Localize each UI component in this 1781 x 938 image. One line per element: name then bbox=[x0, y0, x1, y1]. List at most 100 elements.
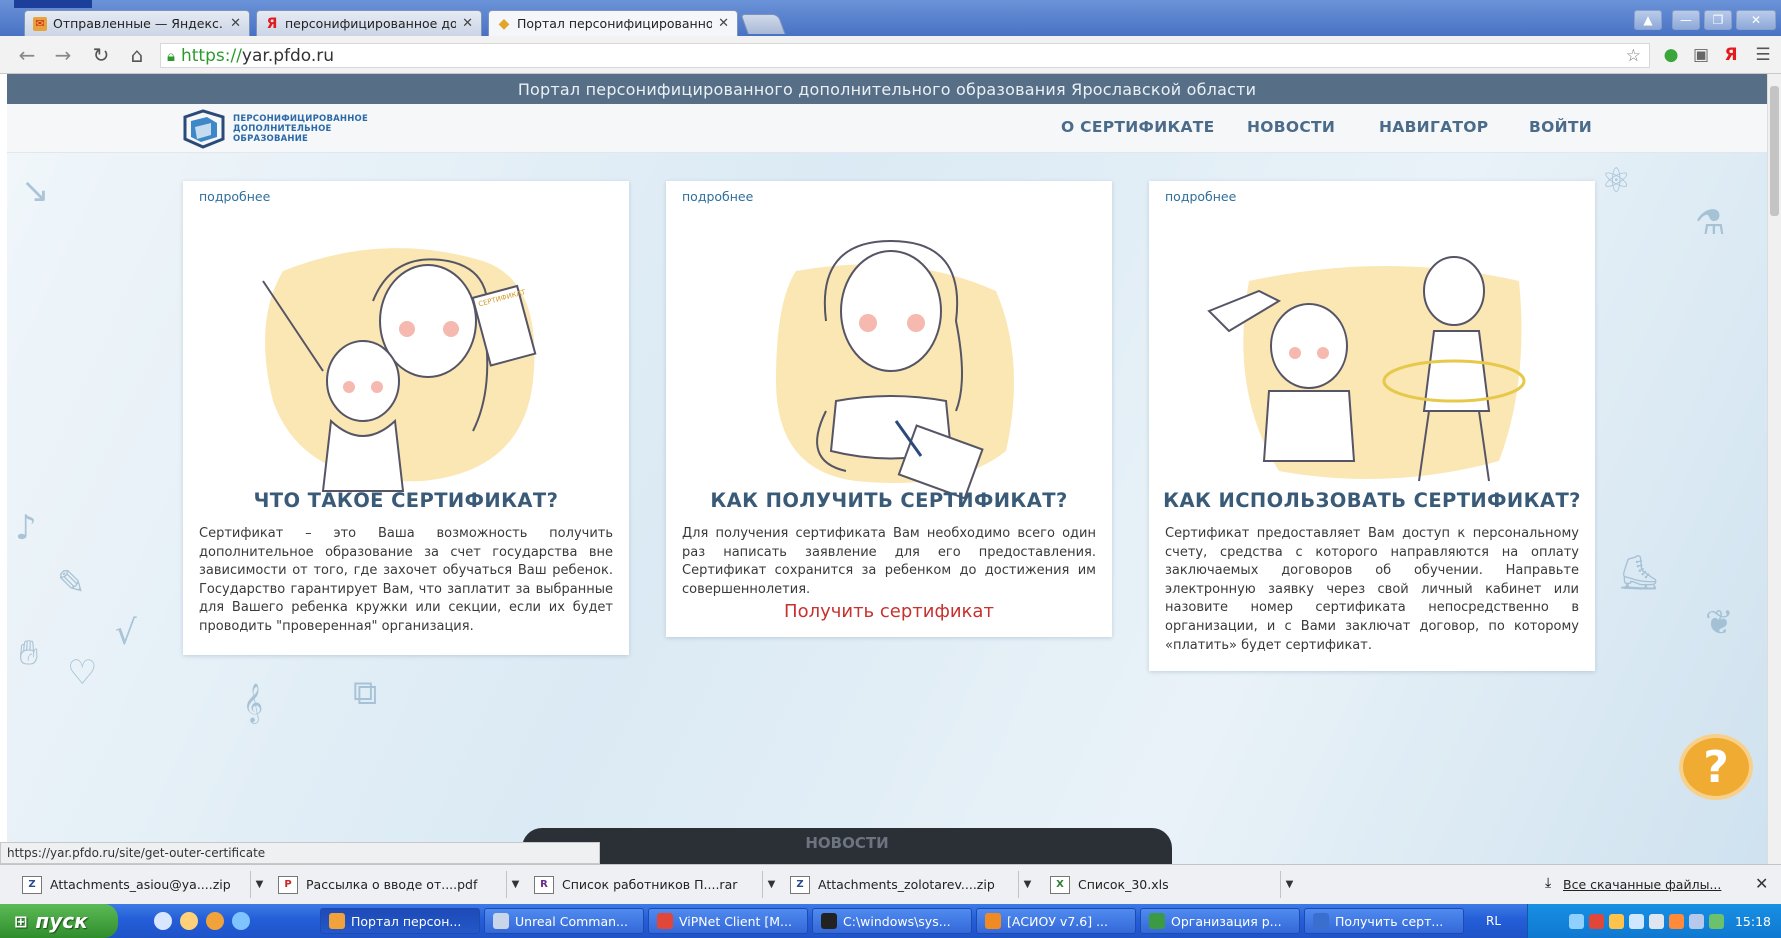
tab-portal[interactable]: ◆ Портал персонифицированного ✕ bbox=[488, 10, 738, 36]
puzzle-doodle-icon: ⧉ bbox=[353, 673, 378, 713]
extension-bag-icon[interactable]: ▣ bbox=[1690, 44, 1712, 66]
download-item[interactable]: X Список_30.xls ▼ bbox=[1050, 871, 1293, 898]
download-menu-arrow-icon[interactable]: ▼ bbox=[1280, 871, 1298, 898]
quicklaunch-browser-icon[interactable] bbox=[154, 912, 172, 930]
tray-app-icon[interactable] bbox=[1708, 913, 1724, 929]
address-bar[interactable]: 🔒︎ https:// yar.pfdo.ru ☆ bbox=[160, 43, 1650, 68]
logo-line-2: ДОПОЛНИТЕЛЬНОЕ bbox=[233, 124, 332, 134]
tab-yandex-search[interactable]: Я персонифицированное дополнительное ✕ bbox=[256, 10, 482, 36]
children-playing-illustration bbox=[1207, 256, 1526, 482]
language-indicator[interactable]: RL bbox=[1486, 914, 1501, 928]
nav-news[interactable]: НОВОСТИ bbox=[1247, 118, 1335, 136]
downloads-bar: Z Attachments_asiou@ya....zip ▼ P Рассыл… bbox=[0, 864, 1781, 904]
site-logo[interactable]: ПЕРСОНИФИЦИРОВАННОЕ ДОПОЛНИТЕЛЬНОЕ ОБРАЗ… bbox=[181, 109, 391, 149]
music-note-doodle-icon: ♪ bbox=[15, 508, 37, 548]
card-title: КАК ИСПОЛЬЗОВАТЬ СЕРТИФИКАТ? bbox=[1163, 489, 1581, 512]
card-how-to-get-certificate: подробнее КАК ПОЛУЧИТЬ СЕРТИФИКАТ? Для п… bbox=[666, 181, 1112, 637]
browser-tab-strip: ✉ Отправленные — Яндекс.Почта ✕ Я персон… bbox=[0, 0, 1781, 36]
portal-header-title: Портал персонифицированного дополнительн… bbox=[517, 79, 1257, 99]
get-certificate-link[interactable]: Получить сертификат bbox=[666, 601, 1112, 622]
more-link[interactable]: подробнее bbox=[682, 189, 753, 204]
minimize-button[interactable]: — bbox=[1672, 10, 1700, 30]
close-tab-icon[interactable]: ✕ bbox=[230, 16, 241, 31]
more-link[interactable]: подробнее bbox=[1165, 189, 1236, 204]
atom-doodle-icon: ⚛ bbox=[1601, 161, 1632, 201]
browser-toolbar: ← → ↻ ⌂ 🔒︎ https:// yar.pfdo.ru ☆ ● ▣ Я … bbox=[0, 36, 1781, 74]
tray-cloud-icon[interactable] bbox=[1628, 913, 1644, 929]
url-host: yar.pfdo.ru bbox=[241, 45, 335, 66]
yandex-mail-icon: ✉ bbox=[33, 16, 47, 31]
taskbar-window[interactable]: Unreal Comman... bbox=[484, 908, 644, 934]
card-text: Сертификат – это Ваша возможность получи… bbox=[199, 526, 613, 634]
download-item[interactable]: R Список работников П....rar ▼ bbox=[534, 871, 775, 898]
quicklaunch-ie-icon[interactable] bbox=[232, 912, 250, 930]
nav-login[interactable]: ВОЙТИ bbox=[1529, 118, 1592, 136]
taskbar-window[interactable]: ViPNet Client [M... bbox=[648, 908, 808, 934]
yandex-icon[interactable]: Я bbox=[1720, 44, 1742, 66]
forward-button[interactable]: → bbox=[50, 42, 76, 68]
download-item[interactable]: Z Attachments_zolotarev....zip ▼ bbox=[790, 871, 1031, 898]
close-downloads-icon[interactable]: ✕ bbox=[1755, 874, 1768, 893]
logo-mark-icon bbox=[183, 109, 225, 149]
scrollbar-thumb[interactable] bbox=[1770, 86, 1779, 216]
tray-security-icon[interactable] bbox=[1668, 913, 1684, 929]
download-item[interactable]: P Рассылка о вводе от....pdf ▼ bbox=[278, 871, 519, 898]
maximize-button[interactable]: ❐ bbox=[1704, 10, 1732, 30]
close-tab-icon[interactable]: ✕ bbox=[462, 16, 473, 31]
logo-line-3: ОБРАЗОВАНИЕ bbox=[233, 134, 309, 144]
nav-navigator[interactable]: НАВИГАТОР bbox=[1379, 118, 1488, 136]
portal-favicon-icon: ◆ bbox=[498, 15, 510, 32]
unreal-commander-icon bbox=[493, 913, 509, 929]
start-button[interactable]: ⊞ пуск bbox=[0, 904, 118, 938]
more-link[interactable]: подробнее bbox=[199, 189, 270, 204]
download-menu-arrow-icon[interactable]: ▼ bbox=[506, 871, 524, 898]
taskbar-window[interactable]: [АСИОУ v7.6] ... bbox=[976, 908, 1136, 934]
bookmark-star-icon[interactable]: ☆ bbox=[1626, 46, 1641, 66]
download-menu-arrow-icon[interactable]: ▼ bbox=[762, 871, 780, 898]
download-menu-arrow-icon[interactable]: ▼ bbox=[1018, 871, 1036, 898]
back-button[interactable]: ← bbox=[14, 42, 40, 68]
tray-update-icon[interactable] bbox=[1608, 913, 1624, 929]
menu-icon[interactable]: ☰ bbox=[1752, 44, 1774, 66]
vipnet-icon bbox=[657, 913, 673, 929]
mother-child-illustration: СЕРТИФИКАТ bbox=[262, 248, 537, 492]
nav-about-certificate[interactable]: О СЕРТИФИКАТЕ bbox=[1061, 118, 1215, 136]
quicklaunch-app-icon[interactable] bbox=[180, 912, 198, 930]
all-downloads-link[interactable]: Все скачанные файлы... bbox=[1563, 877, 1721, 892]
quicklaunch-chrome-icon[interactable] bbox=[206, 912, 224, 930]
page-viewport: Портал персонифицированного дополнительн… bbox=[7, 74, 1767, 864]
xls-file-icon: X bbox=[1050, 875, 1070, 894]
taskbar-window[interactable]: Портал персон... bbox=[320, 908, 480, 934]
asiou-icon bbox=[985, 913, 1001, 929]
extension-green-icon[interactable]: ● bbox=[1660, 44, 1682, 66]
help-button[interactable]: ? bbox=[1679, 734, 1753, 800]
taskbar-window[interactable]: Получить серт... bbox=[1304, 908, 1464, 934]
card-text: Сертификат предоставляет Вам доступ к пе… bbox=[1165, 526, 1579, 653]
new-tab-button[interactable] bbox=[740, 14, 786, 34]
download-all-icon: ⤓ bbox=[1545, 875, 1552, 891]
hand-doodle-icon: ✋︎ bbox=[19, 633, 39, 673]
excel-icon bbox=[1149, 913, 1165, 929]
slide-corner-mark bbox=[14, 0, 92, 8]
pdf-file-icon: P bbox=[278, 875, 298, 894]
download-menu-arrow-icon[interactable]: ▼ bbox=[250, 871, 268, 898]
rar-file-icon: R bbox=[534, 875, 554, 894]
close-tab-icon[interactable]: ✕ bbox=[718, 16, 729, 31]
card-what-is-certificate: подробнее СЕРТИФИКАТ ЧТО ТАКОЕ СЕРТИФИКА… bbox=[183, 181, 629, 655]
skate-doodle-icon: ⛸ bbox=[1617, 553, 1661, 593]
home-button[interactable]: ⌂ bbox=[124, 42, 150, 68]
taskbar-window[interactable]: Организация р... bbox=[1140, 908, 1300, 934]
tab-yandex-mail[interactable]: ✉ Отправленные — Яндекс.Почта ✕ bbox=[24, 10, 250, 36]
tray-antivirus-icon[interactable] bbox=[1588, 913, 1604, 929]
clock: 15:18 bbox=[1734, 913, 1771, 929]
tray-network-icon[interactable] bbox=[1568, 913, 1584, 929]
user-icon[interactable]: ▲ bbox=[1634, 10, 1662, 30]
reload-button[interactable]: ↻ bbox=[88, 42, 114, 68]
zip-file-icon: Z bbox=[790, 875, 810, 894]
close-window-button[interactable]: ✕ bbox=[1736, 10, 1776, 30]
logo-line-1: ПЕРСОНИФИЦИРОВАННОЕ bbox=[233, 114, 368, 124]
tray-volume-icon[interactable] bbox=[1648, 913, 1664, 929]
taskbar-window[interactable]: C:\windows\sys... bbox=[812, 908, 972, 934]
tray-mail-icon[interactable] bbox=[1688, 913, 1704, 929]
download-item[interactable]: Z Attachments_asiou@ya....zip ▼ bbox=[22, 871, 263, 898]
